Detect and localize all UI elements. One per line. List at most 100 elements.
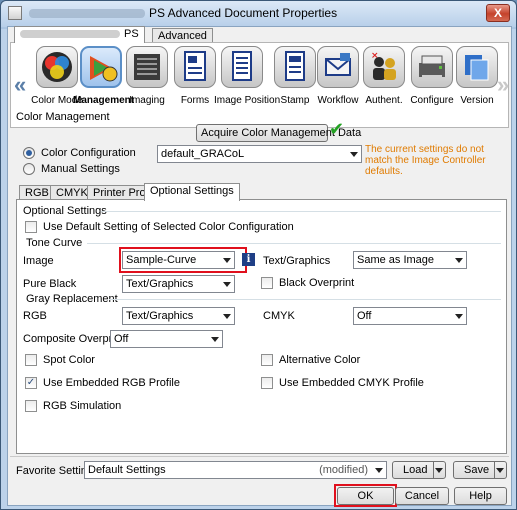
color-configuration-radio[interactable] — [23, 147, 35, 159]
ok-button[interactable]: OK — [337, 487, 394, 505]
rgb-simulation-label: RGB Simulation — [43, 400, 122, 412]
cmyk-label: CMYK — [263, 310, 295, 322]
info-icon[interactable]: i — [242, 253, 255, 266]
image-tone-curve-select[interactable]: Sample-Curve — [122, 251, 235, 269]
cmyk-gray-replacement-select[interactable]: Off — [353, 307, 467, 325]
load-button[interactable]: Load — [392, 461, 446, 479]
window-title: PS Advanced Document Properties — [149, 6, 338, 20]
save-button[interactable]: Save — [453, 461, 507, 479]
group-divider — [109, 299, 501, 300]
black-overprint-checkbox[interactable] — [261, 277, 273, 289]
text-graphics-label: Text/Graphics — [263, 255, 331, 267]
rgb-gray-replacement-select[interactable]: Text/Graphics — [122, 307, 235, 325]
function-label: Version — [460, 95, 494, 106]
tab-ps[interactable]: PS — [14, 26, 145, 43]
help-button[interactable]: Help — [454, 487, 507, 505]
configure-icon — [411, 46, 453, 88]
alternative-color-label: Alternative Color — [279, 354, 361, 366]
optional-settings-panel: Optional Settings Use Default Setting of… — [16, 199, 507, 454]
optional-settings-group-label: Optional Settings — [23, 205, 107, 217]
blurred-printer-name — [29, 9, 145, 18]
footer-divider — [10, 456, 509, 457]
imaging-icon — [126, 46, 168, 88]
rgb-simulation-checkbox[interactable] — [25, 400, 37, 412]
dropdown-arrow-icon — [455, 314, 463, 319]
favorite-setting-label: Favorite Setting — [16, 465, 94, 477]
color-configuration-label: Color Configuration — [41, 147, 136, 159]
rgb-gray-replacement-value: Text/Graphics — [126, 310, 194, 322]
gray-replacement-label: Gray Replacement — [26, 293, 118, 305]
scroll-left-icon[interactable]: « — [14, 72, 26, 98]
version-icon — [456, 46, 498, 88]
group-divider — [101, 211, 501, 212]
manual-settings-label: Manual Settings — [41, 163, 120, 175]
use-default-setting-label: Use Default Setting of Selected Color Co… — [43, 221, 294, 233]
dropdown-arrow-icon — [435, 468, 443, 473]
composite-overprint-value: Off — [114, 333, 129, 345]
favorite-modified-indicator: (modified) — [319, 464, 368, 476]
dropdown-arrow-icon — [496, 468, 504, 473]
composite-overprint-select[interactable]: Off — [110, 330, 223, 348]
acquire-color-management-data-button[interactable]: Acquire Color Management Data — [196, 124, 361, 142]
save-dropdown-toggle[interactable] — [494, 462, 506, 478]
app-icon — [8, 6, 22, 20]
use-embedded-cmyk-profile-checkbox[interactable] — [261, 377, 273, 389]
image-position-icon — [221, 46, 263, 88]
check-icon: ✔ — [329, 119, 345, 139]
text-graphics-select[interactable]: Same as Image — [353, 251, 467, 269]
favorite-setting-value: Default Settings — [88, 464, 166, 476]
manual-settings-radio[interactable] — [23, 163, 35, 175]
dropdown-arrow-icon — [223, 282, 231, 287]
image-tone-curve-value: Sample-Curve — [126, 254, 197, 266]
dropdown-arrow-icon — [350, 152, 358, 157]
use-default-setting-checkbox[interactable] — [25, 221, 37, 233]
use-embedded-rgb-profile-checkbox[interactable]: ✓ — [25, 377, 37, 389]
composite-overprint-label: Composite Overprint — [23, 333, 124, 345]
function-version[interactable]: Version — [449, 46, 505, 126]
tab-ps-label: PS — [124, 28, 139, 40]
pure-black-value: Text/Graphics — [126, 278, 194, 290]
load-dropdown-toggle[interactable] — [433, 462, 445, 478]
dropdown-arrow-icon — [223, 314, 231, 319]
color-mode-icon — [36, 46, 78, 88]
color-configuration-select[interactable]: default_GRACoL — [157, 145, 362, 163]
text-graphics-value: Same as Image — [357, 254, 435, 266]
blurred-tab-prefix — [20, 30, 120, 39]
color-management-icon — [80, 46, 122, 88]
spot-color-checkbox[interactable] — [25, 354, 37, 366]
function-image-position[interactable]: Image Position — [214, 46, 281, 126]
group-divider — [87, 243, 501, 244]
rgb-label: RGB — [23, 310, 47, 322]
dropdown-arrow-icon — [455, 258, 463, 263]
function-label: Image Position — [214, 95, 281, 106]
spot-color-label: Spot Color — [43, 354, 95, 366]
alternative-color-checkbox[interactable] — [261, 354, 273, 366]
dropdown-arrow-icon — [375, 468, 383, 473]
title-bar: PS Advanced Document Properties X — [1, 1, 516, 27]
svg-text:×: × — [371, 51, 379, 61]
save-button-label: Save — [464, 464, 490, 476]
dropdown-arrow-icon — [211, 337, 219, 342]
favorite-setting-select[interactable]: Default Settings (modified) — [84, 461, 387, 479]
tab-advanced[interactable]: Advanced — [152, 28, 213, 43]
close-button[interactable]: X — [486, 4, 510, 22]
pure-black-label: Pure Black — [23, 278, 77, 290]
cmyk-gray-replacement-value: Off — [357, 310, 372, 322]
forms-icon — [174, 46, 216, 88]
pure-black-select[interactable]: Text/Graphics — [122, 275, 235, 293]
use-embedded-cmyk-profile-label: Use Embedded CMYK Profile — [279, 377, 424, 389]
color-configuration-value: default_GRACoL — [161, 148, 245, 160]
dropdown-arrow-icon — [223, 258, 231, 263]
authentication-icon: × — [363, 46, 405, 88]
black-overprint-label: Black Overprint — [279, 277, 355, 289]
tab-optional-settings[interactable]: Optional Settings — [144, 183, 240, 201]
settings-mismatch-warning: The current settings do not match the Im… — [365, 144, 486, 177]
use-embedded-rgb-profile-label: Use Embedded RGB Profile — [43, 377, 180, 389]
image-label: Image — [23, 255, 54, 267]
load-button-label: Load — [403, 464, 428, 476]
document-properties-window: PS Advanced Document Properties X PS Adv… — [0, 0, 517, 510]
cancel-button[interactable]: Cancel — [395, 487, 449, 505]
dialog-client-area: PS Advanced « » Color Mode Management Im… — [7, 26, 512, 507]
tone-curve-label: Tone Curve — [26, 237, 83, 249]
workflow-icon — [317, 46, 359, 88]
